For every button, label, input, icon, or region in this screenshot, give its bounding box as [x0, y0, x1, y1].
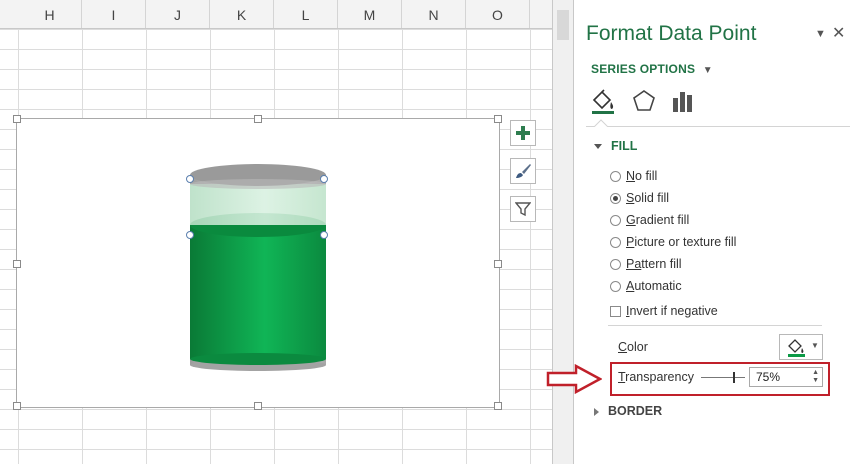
- column-header-n[interactable]: N: [402, 0, 466, 28]
- point-handle[interactable]: [320, 231, 328, 239]
- fill-section-label: FILL: [611, 139, 638, 153]
- effects-icon[interactable]: [631, 88, 657, 114]
- column-header-l[interactable]: L: [274, 0, 338, 28]
- fill-color-button[interactable]: ▼: [779, 334, 823, 360]
- color-label: Color: [618, 340, 648, 354]
- option-label: icture or texture fill: [634, 235, 737, 249]
- chart-filters-button[interactable]: [510, 196, 536, 222]
- column-header-h[interactable]: H: [18, 0, 82, 28]
- collapse-arrow-icon: [594, 144, 602, 150]
- radio-button[interactable]: [610, 281, 621, 292]
- column-header-o[interactable]: O: [466, 0, 530, 28]
- hotkey-letter: G: [626, 213, 636, 227]
- resize-handle[interactable]: [254, 115, 262, 123]
- column-header-k[interactable]: K: [210, 0, 274, 28]
- hotkey-letter: C: [618, 340, 628, 354]
- point-handle[interactable]: [320, 175, 328, 183]
- column-header-m[interactable]: M: [338, 0, 402, 28]
- resize-handle[interactable]: [254, 402, 262, 410]
- column-header-bar: H I J K L M N O: [0, 0, 552, 29]
- column-header-j[interactable]: J: [146, 0, 210, 28]
- annotation-arrow: [546, 364, 602, 394]
- hotkey-letter: N: [626, 169, 636, 183]
- border-section-header[interactable]: BORDER: [594, 404, 662, 418]
- radio-button[interactable]: [610, 259, 621, 270]
- point-handle[interactable]: [186, 231, 194, 239]
- option-label: olid fill: [634, 191, 670, 205]
- close-icon[interactable]: ✕: [832, 23, 845, 43]
- funnel-icon: [515, 202, 531, 217]
- option-label: o fill: [635, 169, 658, 183]
- radio-button[interactable]: [610, 215, 621, 226]
- chevron-down-icon: ▼: [811, 341, 819, 350]
- resize-handle[interactable]: [494, 260, 502, 268]
- series-options-dropdown[interactable]: SERIES OPTIONS ▼: [591, 62, 713, 76]
- cylinder-transparent-segment[interactable]: [190, 183, 326, 225]
- radio-gradient-fill[interactable]: Gradient fill: [610, 212, 689, 228]
- cylinder-green-segment[interactable]: [190, 213, 326, 365]
- radio-button[interactable]: [610, 171, 621, 182]
- resize-handle[interactable]: [494, 402, 502, 410]
- option-label: radient fill: [635, 213, 690, 227]
- radio-solid-fill[interactable]: Solid fill: [610, 190, 669, 206]
- checkbox[interactable]: [610, 306, 621, 317]
- cylinder-chart[interactable]: [17, 119, 501, 409]
- series-options-icon[interactable]: [670, 88, 696, 114]
- option-label: ttern fill: [641, 257, 682, 271]
- fill-section-header[interactable]: FILL: [594, 139, 637, 153]
- annotation-highlight-box: [610, 362, 830, 396]
- option-label: nvert if negative: [629, 304, 718, 318]
- radio-pattern-fill[interactable]: Pattern fill: [610, 256, 682, 272]
- vertical-scrollbar[interactable]: [552, 0, 574, 464]
- chevron-down-icon: ▼: [702, 65, 713, 76]
- radio-picture-fill[interactable]: Picture or texture fill: [610, 234, 736, 250]
- resize-handle[interactable]: [13, 402, 21, 410]
- point-handle[interactable]: [186, 175, 194, 183]
- border-section-label: BORDER: [608, 404, 663, 418]
- radio-automatic[interactable]: Automatic: [610, 278, 682, 294]
- scrollbar-thumb[interactable]: [557, 10, 569, 40]
- pane-title: Format Data Point: [586, 22, 757, 45]
- radio-button-selected[interactable]: [610, 193, 621, 204]
- chart-area[interactable]: [13, 115, 502, 410]
- column-header-i[interactable]: I: [82, 0, 146, 28]
- plus-icon: [516, 126, 530, 140]
- chart-elements-button[interactable]: [510, 120, 536, 146]
- checkbox-invert-if-negative[interactable]: Invert if negative: [610, 303, 718, 319]
- fill-line-icon[interactable]: [590, 88, 616, 114]
- resize-handle[interactable]: [13, 115, 21, 123]
- brush-icon: [516, 164, 531, 178]
- divider: [608, 325, 822, 326]
- option-label: utomatic: [634, 279, 682, 293]
- chart-styles-button[interactable]: [510, 158, 536, 184]
- hotkey-letter: Pa: [626, 257, 642, 271]
- active-tab-pointer: [594, 119, 608, 127]
- radio-no-fill[interactable]: No fill: [610, 168, 657, 184]
- tab-divider: [586, 126, 850, 127]
- cylinder-top[interactable]: [190, 164, 326, 189]
- expand-arrow-icon: [594, 407, 599, 416]
- resize-handle[interactable]: [13, 260, 21, 268]
- pane-options-chevron-icon[interactable]: ▼: [815, 28, 826, 40]
- resize-handle[interactable]: [494, 115, 502, 123]
- spreadsheet-area[interactable]: H I J K L M N O: [0, 0, 552, 464]
- label-text: olor: [627, 340, 648, 354]
- radio-button[interactable]: [610, 237, 621, 248]
- series-options-label: SERIES OPTIONS: [591, 62, 696, 76]
